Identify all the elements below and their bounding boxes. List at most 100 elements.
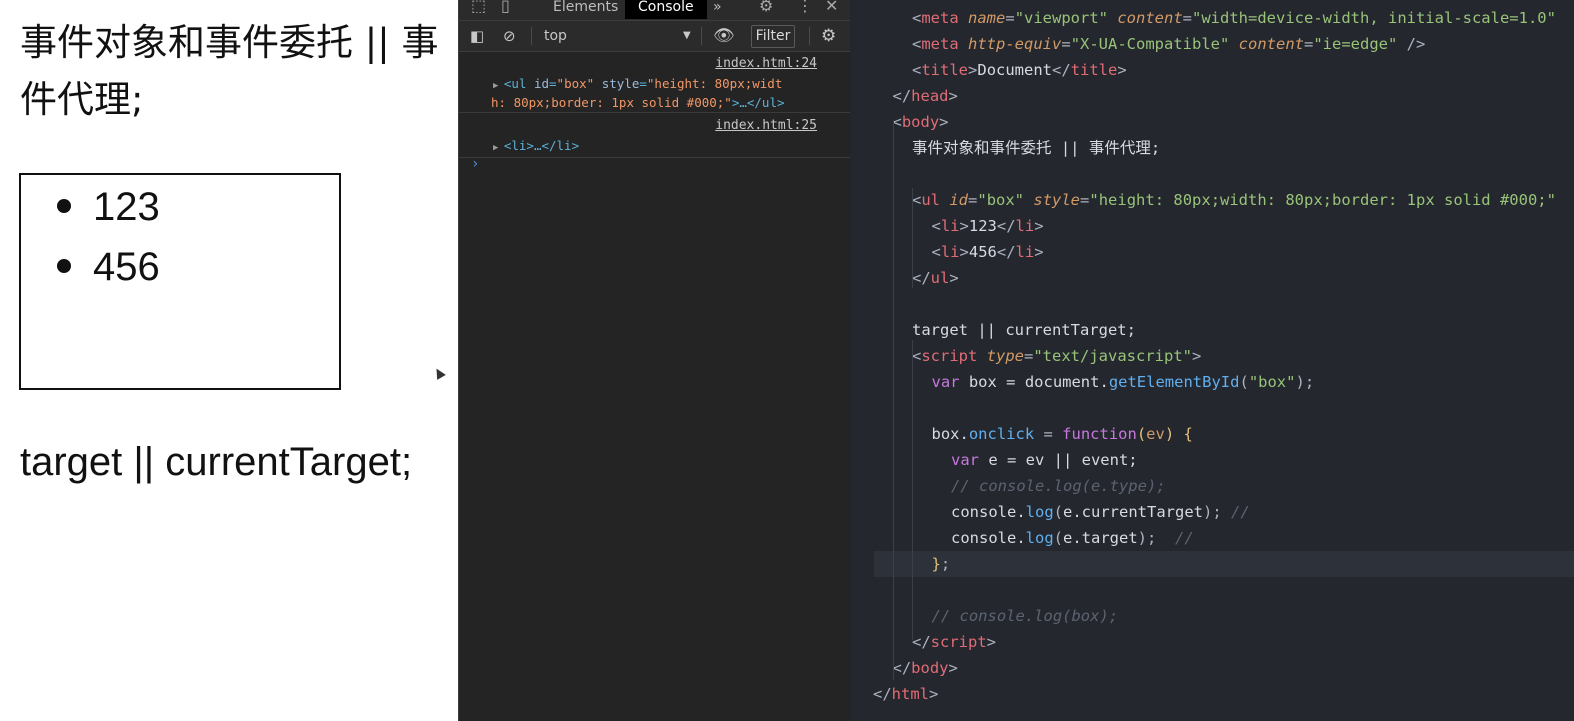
code-line[interactable]: </body> <box>850 655 1574 681</box>
code-line[interactable]: <meta name="viewport" content="width=dev… <box>850 5 1574 31</box>
chevron-down-icon[interactable]: ▼ <box>683 21 691 51</box>
code-token: // <box>1221 503 1250 521</box>
code-line[interactable] <box>850 291 1574 317</box>
box-list[interactable]: 123 456 <box>19 173 341 390</box>
code-token: log <box>1025 529 1054 547</box>
code-token: </ <box>912 633 931 651</box>
code-token: http-equiv <box>968 35 1062 53</box>
code-token: console. <box>951 503 1026 521</box>
code-token: script <box>930 633 987 651</box>
code-line-content: <li>456</li> <box>932 239 1044 265</box>
code-line[interactable]: target || currentTarget; <box>850 317 1574 343</box>
code-line[interactable]: <body> <box>850 109 1574 135</box>
code-token: // <box>1156 529 1194 547</box>
code-token: 456 <box>968 243 997 261</box>
code-token: body <box>901 113 940 131</box>
code-line[interactable]: var e = ev || event; <box>850 447 1574 473</box>
live-expression-eye-icon[interactable]: 👁 <box>713 21 735 51</box>
log-value: "height: 80px;widt <box>646 76 783 91</box>
inspect-element-icon[interactable]: ⬚ <box>471 0 486 16</box>
code-token: type <box>986 347 1024 365</box>
code-line[interactable]: <title>Document</title> <box>850 57 1574 83</box>
code-token: console. <box>951 529 1026 547</box>
code-token: ( <box>1239 373 1249 391</box>
code-line[interactable]: console.log(e.currentTarget); // <box>850 499 1574 525</box>
code-line[interactable] <box>850 395 1574 421</box>
code-line[interactable] <box>850 577 1574 603</box>
clear-console-icon[interactable]: ⊘ <box>503 21 516 51</box>
code-token: "ie=edge" <box>1313 35 1398 53</box>
sidebar-toggle-icon[interactable]: ◧ <box>470 21 484 51</box>
tab-elements[interactable]: Elements <box>553 0 618 19</box>
source-link[interactable]: index.html:25 <box>715 118 817 133</box>
tab-console[interactable]: Console <box>625 0 707 19</box>
code-line[interactable]: }; <box>874 551 1574 577</box>
devtools-tab-bar: ⬚ ▯ Elements Console » ⚙ ⋮ ✕ <box>459 0 851 21</box>
code-token: = <box>1304 35 1314 53</box>
list-item[interactable]: 123 <box>57 177 160 237</box>
code-token: < <box>931 243 941 261</box>
code-token: 事件对象和事件委托 || 事件代理; <box>912 139 1161 157</box>
code-line-content: box.onclick = function(ev) { <box>932 421 1193 447</box>
code-line[interactable]: </html> <box>850 681 1574 707</box>
console-log-line[interactable]: ▶ <li>…</li> <box>493 136 579 158</box>
code-token: ( <box>1053 529 1063 547</box>
console-toolbar: ◧ ⊘ top ▼ 👁 Filter ⚙ <box>459 21 851 52</box>
code-token: ( <box>1136 425 1147 443</box>
divider <box>701 27 702 45</box>
device-toolbar-icon[interactable]: ▯ <box>501 0 510 16</box>
kebab-menu-icon[interactable]: ⋮ <box>797 0 813 16</box>
code-token: = <box>1182 9 1193 27</box>
code-token: < <box>931 217 941 235</box>
code-token: content <box>1117 9 1183 27</box>
code-line[interactable]: // console.log(box); <box>850 603 1574 629</box>
code-line[interactable]: <script type="text/javascript"> <box>850 343 1574 369</box>
code-token: ); <box>1137 529 1157 547</box>
close-icon[interactable]: ✕ <box>825 0 838 16</box>
code-token: ul <box>930 269 950 287</box>
code-token: > <box>959 217 969 235</box>
code-line[interactable]: var box = document.getElementById("box")… <box>850 369 1574 395</box>
code-token: e.target <box>1063 529 1138 547</box>
console-prompt[interactable]: › <box>471 156 479 172</box>
code-line[interactable]: 事件对象和事件委托 || 事件代理; <box>850 135 1574 161</box>
code-line[interactable]: box.onclick = function(ev) { <box>850 421 1574 447</box>
console-message[interactable]: index.html:24 ▶ <ul id="box" style="heig… <box>459 52 851 113</box>
code-line[interactable]: console.log(e.target); // <box>850 525 1574 551</box>
code-line[interactable]: <ul id="box" style="height: 80px;width: … <box>850 187 1574 213</box>
console-settings-gear-icon[interactable]: ⚙ <box>821 21 836 51</box>
code-token: // console.log(e.type); <box>951 477 1166 495</box>
code-token: log <box>1025 503 1054 521</box>
code-line[interactable]: <meta http-equiv="X-UA-Compatible" conte… <box>850 31 1574 57</box>
code-line-content: 事件对象和事件委托 || 事件代理; <box>912 135 1160 161</box>
code-line[interactable]: <li>456</li> <box>850 239 1574 265</box>
code-line[interactable]: </script> <box>850 629 1574 655</box>
source-link[interactable]: index.html:24 <box>715 56 817 71</box>
code-line[interactable] <box>850 161 1574 187</box>
code-token: html <box>891 685 929 703</box>
expand-triangle-icon[interactable]: ▶ <box>493 81 504 91</box>
code-token: </ <box>996 243 1016 261</box>
page-preview: 事件对象和事件委托 || 事件代理; 123 456 target || cur… <box>0 0 458 721</box>
filter-input[interactable]: Filter <box>751 25 795 48</box>
code-editor[interactable]: <meta name="viewport" content="width=dev… <box>850 0 1574 721</box>
code-line[interactable]: <li>123</li> <box>850 213 1574 239</box>
code-token: script <box>921 347 987 365</box>
console-log-line-wrap: h: 80px;border: 1px solid #000;">…</ul> <box>491 93 785 112</box>
code-token: li <box>1015 217 1035 235</box>
code-line-content: // console.log(e.type); <box>951 473 1166 499</box>
code-line[interactable]: </ul> <box>850 265 1574 291</box>
code-token: e.currentTarget <box>1063 503 1203 521</box>
more-tabs-button[interactable]: » <box>713 0 722 19</box>
code-line[interactable]: </head> <box>850 83 1574 109</box>
code-line-content: <script type="text/javascript"> <box>912 343 1201 369</box>
context-selector[interactable]: top <box>544 21 567 51</box>
gear-icon[interactable]: ⚙ <box>759 0 773 16</box>
log-value: h: 80px;border: 1px solid #000;" <box>491 95 732 110</box>
code-token: > <box>986 633 997 651</box>
code-line[interactable]: // console.log(e.type); <box>850 473 1574 499</box>
list-item[interactable]: 456 <box>57 237 160 297</box>
console-message[interactable]: index.html:25 ▶ <li>…</li> <box>459 113 851 158</box>
list-item-label: 123 <box>93 185 160 229</box>
expand-triangle-icon[interactable]: ▶ <box>493 143 504 153</box>
